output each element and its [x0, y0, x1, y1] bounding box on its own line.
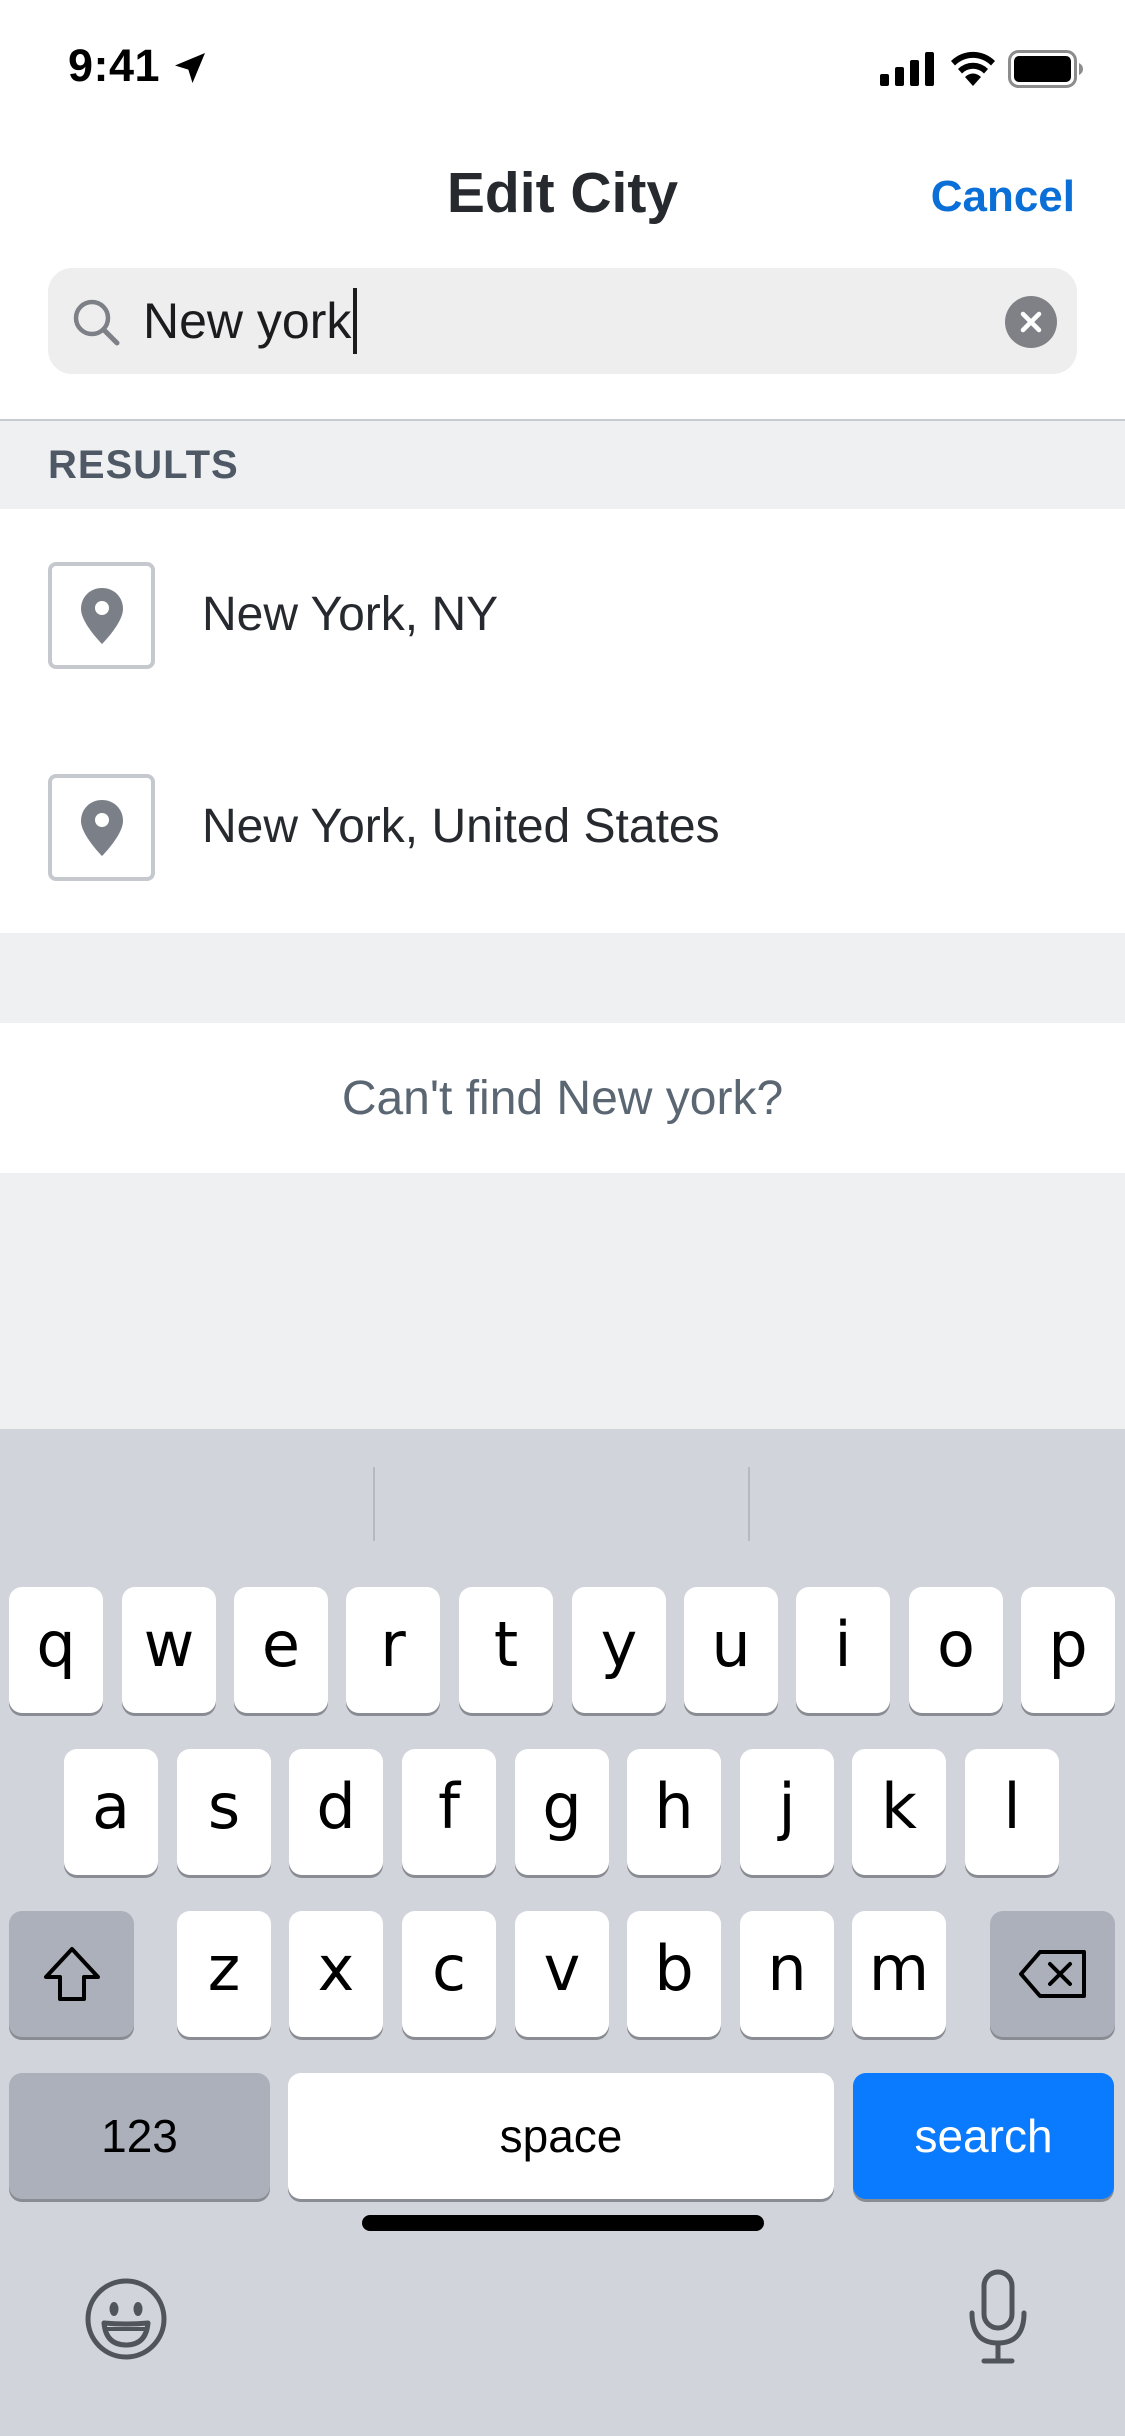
backspace-icon — [1018, 1950, 1086, 1998]
key-p[interactable]: p — [1021, 1587, 1115, 1713]
result-item-label: New York, United States — [202, 800, 720, 853]
key-w[interactable]: w — [122, 1587, 216, 1713]
clear-search-icon[interactable] — [1005, 296, 1057, 348]
key-v[interactable]: v — [515, 1911, 609, 2037]
battery-icon — [1008, 50, 1083, 88]
key-m[interactable]: m — [852, 1911, 946, 2037]
key-q[interactable]: q — [9, 1587, 103, 1713]
results-section-header: RESULTS — [0, 421, 1125, 509]
shift-key[interactable] — [9, 1911, 134, 2037]
location-pin-box — [48, 562, 155, 669]
empty-area — [0, 1173, 1125, 1429]
numbers-key[interactable]: 123 — [9, 2073, 270, 2199]
key-e[interactable]: e — [234, 1587, 328, 1713]
cant-find-city-link[interactable]: Can't find New york? — [0, 1023, 1125, 1173]
key-i[interactable]: i — [796, 1587, 890, 1713]
key-s[interactable]: s — [177, 1749, 271, 1875]
result-item-label: New York, NY — [202, 588, 499, 641]
search-bar[interactable]: New york — [48, 268, 1077, 374]
suggestion-separator — [373, 1467, 375, 1541]
home-indicator — [362, 2215, 764, 2231]
key-z[interactable]: z — [177, 1911, 271, 2037]
wifi-icon — [951, 51, 995, 86]
keyboard: q w e r t y u i o p a s d f g h j k l z … — [0, 1429, 1125, 2436]
key-a[interactable]: a — [64, 1749, 158, 1875]
status-bar: 9:41 — [0, 0, 1125, 135]
microphone-icon[interactable] — [966, 2269, 1030, 2365]
space-key[interactable]: space — [288, 2073, 834, 2199]
key-r[interactable]: r — [346, 1587, 440, 1713]
key-t[interactable]: t — [459, 1587, 553, 1713]
location-pin-icon — [81, 588, 123, 644]
key-b[interactable]: b — [627, 1911, 721, 2037]
key-o[interactable]: o — [909, 1587, 1003, 1713]
cant-find-label: Can't find New york? — [341, 1072, 784, 1125]
key-k[interactable]: k — [852, 1749, 946, 1875]
section-spacer — [0, 933, 1125, 1023]
key-n[interactable]: n — [740, 1911, 834, 2037]
result-item-new-york-ny[interactable]: New York, NY — [0, 509, 1125, 721]
key-g[interactable]: g — [515, 1749, 609, 1875]
key-c[interactable]: c — [402, 1911, 496, 2037]
text-caret — [353, 288, 358, 354]
shift-icon — [43, 1947, 100, 2001]
search-key[interactable]: search — [853, 2073, 1114, 2199]
delete-key[interactable] — [990, 1911, 1115, 2037]
key-h[interactable]: h — [627, 1749, 721, 1875]
location-pin-icon — [81, 800, 123, 856]
key-j[interactable]: j — [740, 1749, 834, 1875]
key-u[interactable]: u — [684, 1587, 778, 1713]
key-f[interactable]: f — [402, 1749, 496, 1875]
emoji-icon[interactable] — [84, 2277, 168, 2361]
key-d[interactable]: d — [289, 1749, 383, 1875]
key-l[interactable]: l — [965, 1749, 1059, 1875]
result-item-new-york-united-states[interactable]: New York, United States — [0, 721, 1125, 933]
cancel-button[interactable]: Cancel — [931, 172, 1075, 222]
cellular-signal-icon — [880, 52, 934, 86]
search-icon — [73, 299, 120, 346]
key-y[interactable]: y — [572, 1587, 666, 1713]
results-section-label: RESULTS — [48, 443, 239, 487]
suggestion-separator — [748, 1467, 750, 1541]
search-input[interactable]: New york — [143, 268, 358, 374]
search-input-text: New york — [143, 293, 352, 349]
location-pin-box — [48, 774, 155, 881]
key-x[interactable]: x — [289, 1911, 383, 2037]
location-arrow-icon — [175, 53, 205, 83]
status-time: 9:41 — [68, 40, 161, 91]
